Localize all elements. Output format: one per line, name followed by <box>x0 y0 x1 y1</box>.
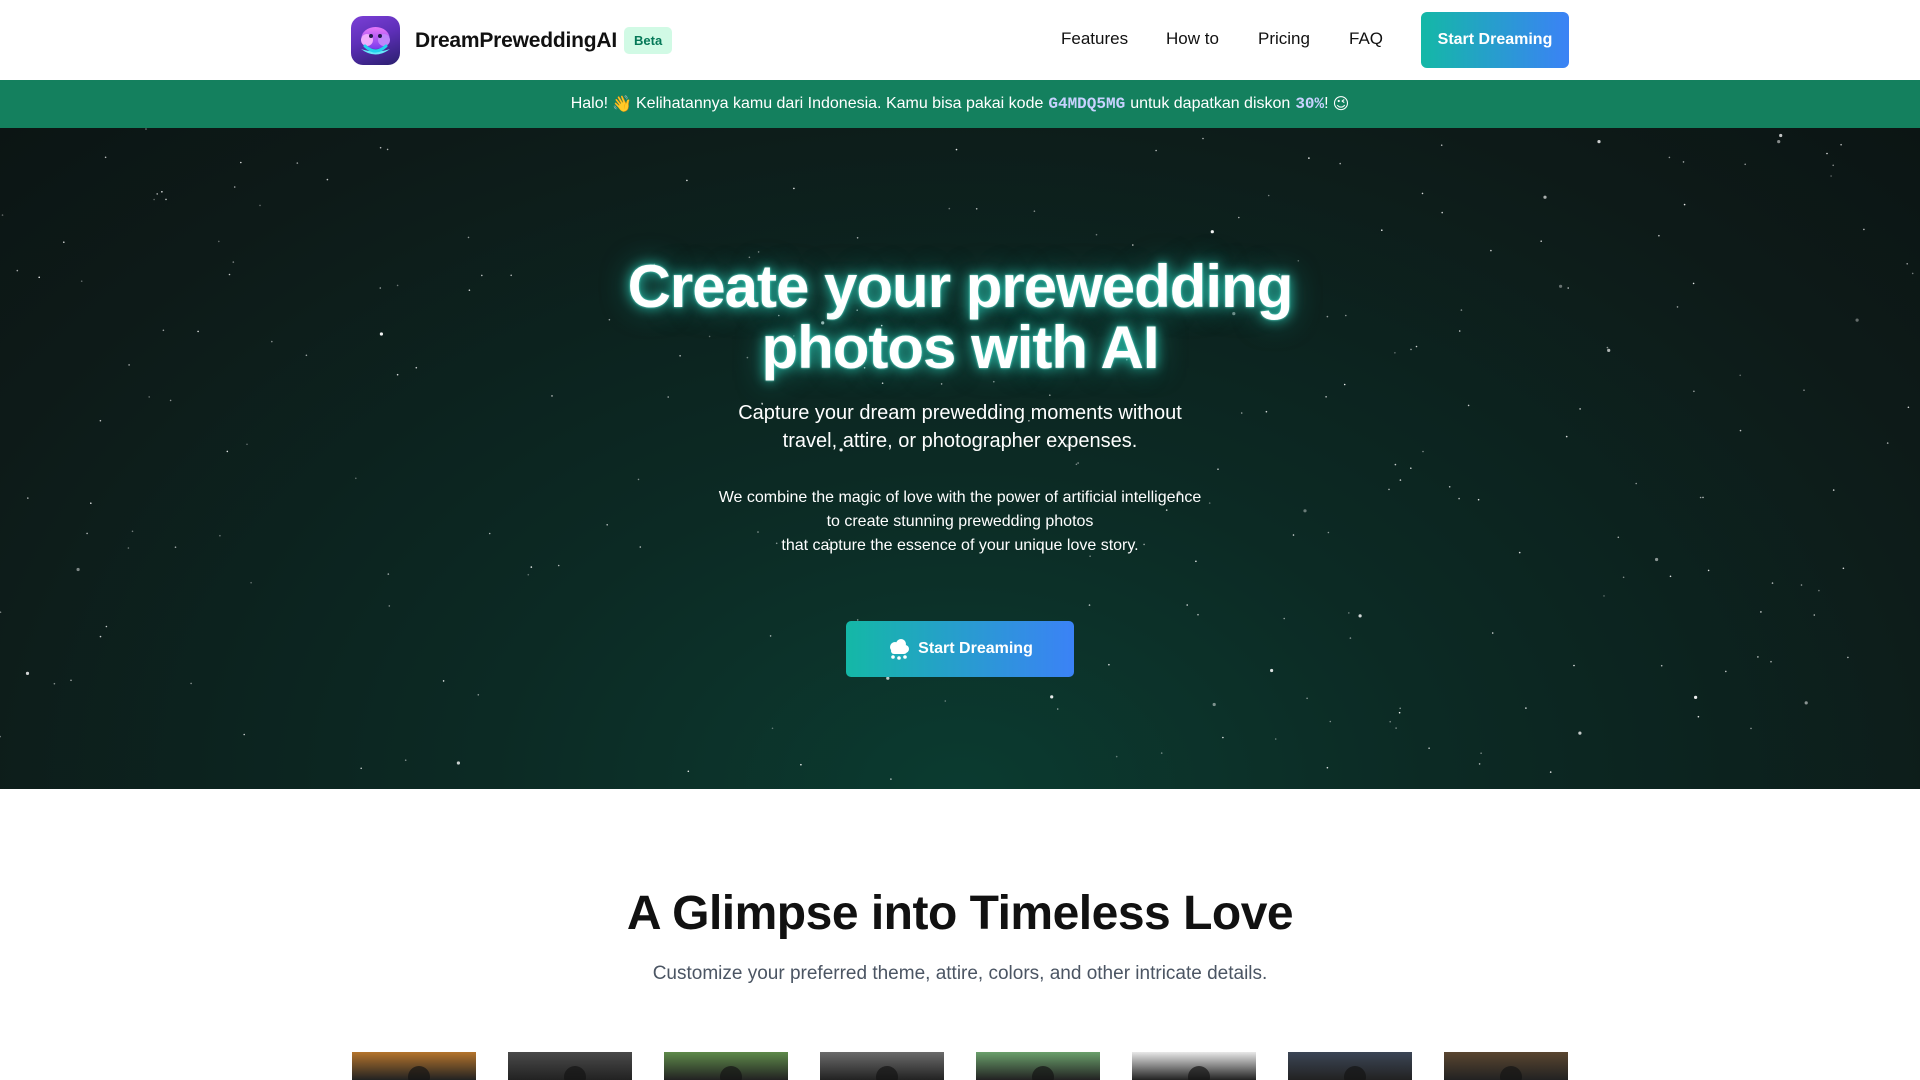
nav-features[interactable]: Features <box>1061 29 1128 49</box>
photo-subject <box>875 1066 898 1080</box>
photo-subject <box>1343 1066 1366 1080</box>
wave-hand-icon: 👋 <box>612 96 632 113</box>
hero-description: We combine the magic of love with the po… <box>0 486 1920 558</box>
brand-name: DreamPreweddingAI <box>415 28 617 52</box>
hero-subtitle-line-1: Capture your dream prewedding moments wi… <box>738 402 1182 424</box>
hero-title-line-1: Create your prewedding <box>627 253 1294 320</box>
photo-subject <box>1499 1066 1522 1080</box>
banner-text-after: untuk dapatkan diskon <box>1130 95 1291 112</box>
nav-how-to[interactable]: How to <box>1166 29 1219 49</box>
hero-subtitle-line-2: travel, attire, or photographer expenses… <box>782 430 1138 452</box>
gallery-photo-1[interactable] <box>352 1052 476 1080</box>
gallery-photo-7[interactable] <box>1288 1052 1412 1080</box>
photo-subject <box>563 1066 586 1080</box>
banner-text: Kelihatannya kamu dari Indonesia. Kamu b… <box>636 95 1044 112</box>
starfield-background <box>0 128 1914 780</box>
beta-badge: Beta <box>624 27 673 54</box>
photo-subject <box>719 1066 742 1080</box>
top-navbar: DreamPreweddingAI Beta Features How to P… <box>0 0 1920 80</box>
brand-logo-link[interactable]: DreamPreweddingAI Beta <box>351 16 673 65</box>
hero-desc-line-3: that capture the essence of your unique … <box>781 537 1139 554</box>
gallery-photo-3[interactable] <box>664 1052 788 1080</box>
nav-pricing[interactable]: Pricing <box>1258 29 1310 49</box>
banner-greeting: Halo! <box>570 95 609 112</box>
gallery-title: A Glimpse into Timeless Love <box>626 887 1294 940</box>
hero-section: Create your prewedding photos with AI Ca… <box>0 128 1920 789</box>
gallery-thumbnails <box>0 1052 1920 1080</box>
discount-value: 30% <box>1295 95 1325 113</box>
gallery-photo-2[interactable] <box>508 1052 632 1080</box>
photo-subject <box>407 1066 430 1080</box>
banner-exclamation: ! <box>1324 95 1329 112</box>
hero-desc-line-2: to create stunning prewedding photos <box>826 513 1094 530</box>
promo-banner: Halo! 👋 Kelihatannya kamu dari Indonesia… <box>0 80 1920 128</box>
hero-title: Create your prewedding photos with AI <box>0 256 1920 378</box>
gallery-photo-6[interactable] <box>1132 1052 1256 1080</box>
gallery-photo-5[interactable] <box>976 1052 1100 1080</box>
promo-code[interactable]: G4MDQ5MG <box>1048 95 1125 113</box>
cloud-smile-icon <box>351 16 400 65</box>
photo-subject <box>1031 1066 1054 1080</box>
hero-title-line-2: photos with AI <box>761 314 1159 381</box>
hero-start-dreaming-button[interactable]: Start Dreaming <box>846 621 1074 677</box>
nav-faq[interactable]: FAQ <box>1349 29 1383 49</box>
gallery-photo-4[interactable] <box>820 1052 944 1080</box>
photo-subject <box>1187 1066 1210 1080</box>
hero-subtitle: Capture your dream prewedding moments wi… <box>0 399 1920 455</box>
wink-face-icon: 😉 <box>1332 96 1350 113</box>
gallery-photo-8[interactable] <box>1444 1052 1568 1080</box>
header-start-dreaming-button[interactable]: Start Dreaming <box>1421 12 1569 68</box>
hero-desc-line-1: We combine the magic of love with the po… <box>718 489 1202 506</box>
brain-cloud-icon <box>887 637 911 661</box>
gallery-subtitle: Customize your preferred theme, attire, … <box>652 963 1268 984</box>
hero-cta-label: Start Dreaming <box>918 640 1033 657</box>
